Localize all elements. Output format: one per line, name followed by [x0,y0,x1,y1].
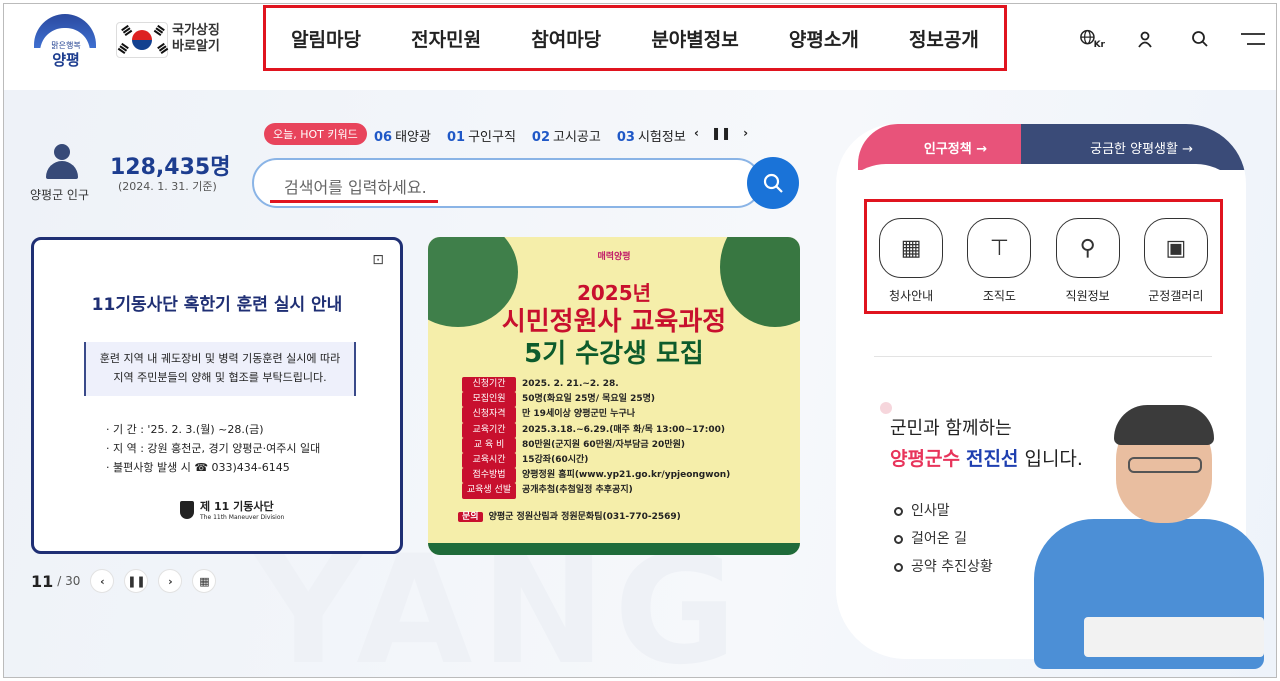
prev-icon[interactable]: ‹ [694,126,699,140]
page-current: 11 [31,571,54,591]
link-greeting[interactable]: 인사말 [894,497,993,525]
staff-search-icon: ⚲ [1055,218,1120,278]
population-date: (2024. 1. 31. 기준) [118,180,217,193]
header: 맑은행복 양평 국가상징 바로알기 알림마당 전자민원 참여마당 분야별정보 양… [4,4,1276,90]
banner-title: 11기동사단 혹한기 훈련 실시 안내 [91,295,343,315]
korean-flag-icon[interactable] [116,22,168,58]
logo-name: 양평 [52,51,80,69]
shield-icon [180,500,194,519]
hot-keyword[interactable]: 03 시험정보 [617,126,686,145]
brand-tag: 매력양평 [597,252,631,262]
main-navigation: 알림마당 전자민원 참여마당 분야별정보 양평소개 정보공개 [263,5,1007,71]
page-frame: 맑은행복 양평 국가상징 바로알기 알림마당 전자민원 참여마당 분야별정보 양… [3,3,1277,678]
nav-field-info[interactable]: 분야별정보 [651,25,738,52]
hot-keyword[interactable]: 01 구인구직 [447,126,516,145]
yangpyeong-logo[interactable]: 맑은행복 양평 [26,10,106,72]
pause-icon[interactable]: ❚❚ [124,569,149,593]
language-globe-icon[interactable]: Kr [1079,26,1105,52]
circle-icon [894,506,903,516]
poster-details: 신청기간 2025. 2. 21.~2. 28. 모집인원 50명(화요일 25명/… [462,377,730,499]
qr-scan-icon[interactable]: ⊡ [372,252,384,268]
building-icon: ▦ [879,218,944,278]
banner-card-gardener[interactable]: 매력양평 2025년 시민정원사 교육과정 5기 수강생 모집 신청기간 2025… [428,237,800,555]
divider [874,356,1212,357]
user-icon[interactable] [1132,26,1158,52]
search-highlight [270,200,438,203]
page-total: / 30 [57,574,81,588]
banner-card-notice[interactable]: ⊡ 11기동사단 혹한기 훈련 실시 안내 훈련 지역 내 궤도장비 및 병력 … [31,237,403,554]
national-symbol-link[interactable]: 국가상징 바로알기 [172,23,220,55]
poster-subtitle: 5기 수강생 모집 [524,339,704,369]
circle-icon [894,534,903,544]
population-label: 양평군 인구 [30,188,90,202]
governor-links: 인사말 걸어온 길 공약 추진상황 [894,497,993,581]
governor-greeting: 군민과 함께하는 [890,418,1012,439]
search-button[interactable] [747,157,799,209]
quick-staff[interactable]: ⚲ 직원정보 [1048,218,1128,311]
population-icon [42,144,82,180]
gallery-icon: ▣ [1143,218,1208,278]
banner-info: · 기 간 : '25. 2. 3.(월) ~28.(금) · 지 역 : 강원… [106,423,321,474]
grid-view-icon[interactable]: ▦ [192,569,217,593]
banner-pager: 11 / 30 ‹ ❚❚ › ▦ [31,569,217,593]
next-icon[interactable]: › [158,569,183,593]
search-icon[interactable] [1187,26,1213,52]
language-label: Kr [1093,40,1105,50]
nav-info-disclosure[interactable]: 정보공개 [909,25,979,52]
hot-keyword[interactable]: 02 고시공고 [532,126,601,145]
next-icon[interactable]: › [743,126,748,140]
search-input[interactable]: 검색어를 입력하세요. [284,174,427,198]
quick-gallery[interactable]: ▣ 군정갤러리 [1136,218,1216,311]
nav-civil-service[interactable]: 전자민원 [411,25,481,52]
division-logo: 제 11 기동사단 The 11th Maneuver Division [180,498,284,521]
org-chart-icon: ⊤ [967,218,1032,278]
governor-photo [1024,399,1274,669]
link-pledges[interactable]: 공약 추진상황 [894,553,993,581]
nav-notice[interactable]: 알림마당 [291,25,361,52]
banner-box: 훈련 지역 내 궤도장비 및 병력 기동훈련 실시에 따라 지역 주민분들의 양… [84,342,356,396]
nav-about[interactable]: 양평소개 [789,25,859,52]
hot-keyword-badge: 오늘, HOT 키워드 [264,123,367,145]
hot-keyword-controls: ‹ ❚❚ › [694,126,748,140]
circle-icon [894,562,903,572]
quick-menu: ▦ 청사안내 ⊤ 조직도 ⚲ 직원정보 ▣ 군정갤러리 [864,199,1223,314]
hot-keyword[interactable]: 06 태양광 [374,126,431,145]
pause-icon[interactable]: ❚❚ [711,126,731,140]
hot-keyword-list: 06 태양광 01 구인구직 02 고시공고 03 시험정보 [374,126,686,145]
quick-building[interactable]: ▦ 청사안내 [871,218,951,311]
prev-icon[interactable]: ‹ [90,569,115,593]
nav-participation[interactable]: 참여마당 [531,25,601,52]
quick-org-chart[interactable]: ⊤ 조직도 [959,218,1039,311]
link-history[interactable]: 걸어온 길 [894,525,993,553]
search-box[interactable]: 검색어를 입력하세요. [252,158,762,208]
poster-inquiry: 문의 양평군 정원산림과 정원문화팀(031-770-2569) [458,509,681,522]
population-count: 128,435명 [110,155,231,180]
menu-icon[interactable] [1240,26,1266,52]
search-icon [763,173,783,193]
